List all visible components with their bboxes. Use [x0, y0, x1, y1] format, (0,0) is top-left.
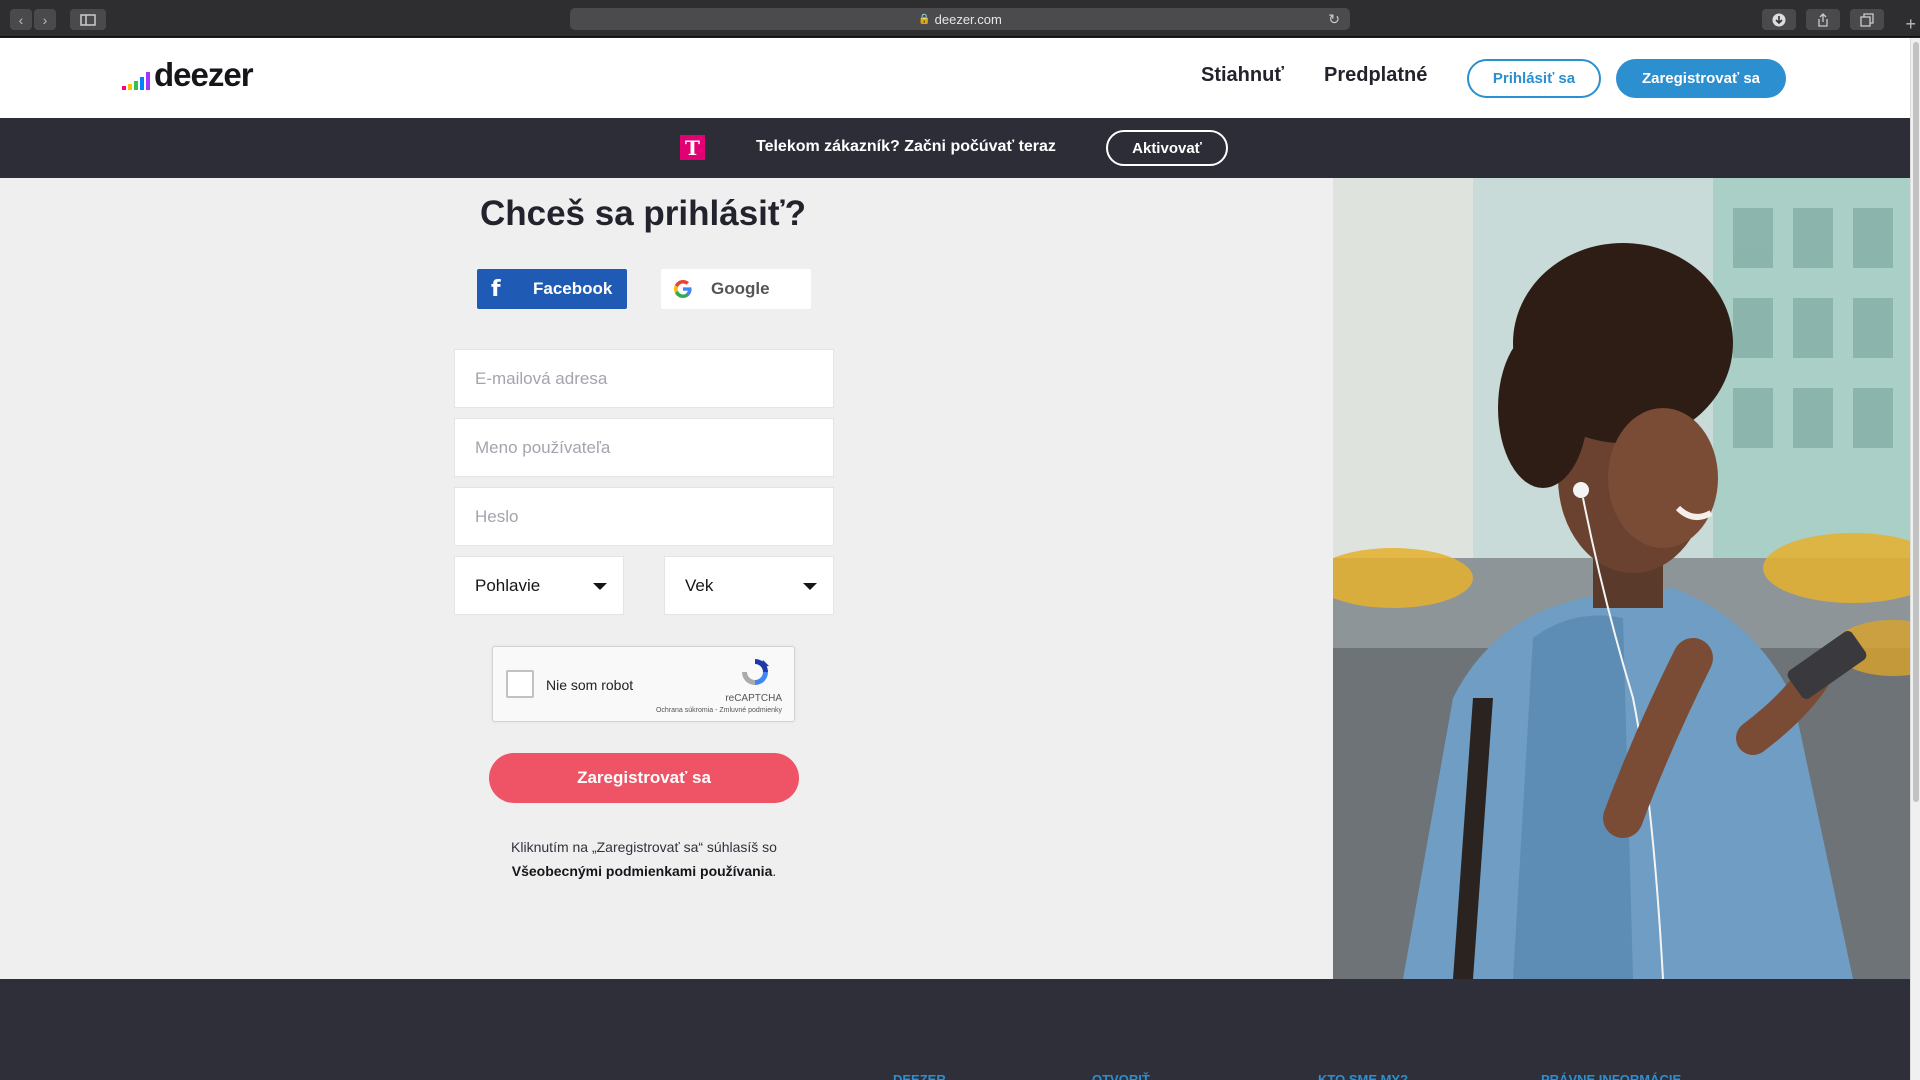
- email-field[interactable]: E-mailová adresa: [454, 349, 834, 408]
- chevron-right-icon: ›: [42, 11, 48, 28]
- equalizer-icon: [122, 66, 150, 90]
- age-select[interactable]: Vek: [664, 556, 834, 615]
- google-label: Google: [711, 279, 770, 298]
- logo-wordmark: deezer: [154, 56, 254, 93]
- share-icon: [1818, 12, 1828, 27]
- sidebar-toggle-button[interactable]: [70, 9, 106, 30]
- terms-notice: Kliknutím na „Zaregistrovať sa“ súhlasíš…: [454, 835, 834, 883]
- header-register-button[interactable]: Zaregistrovať sa: [1616, 59, 1786, 98]
- chevron-left-icon: ‹: [18, 11, 24, 28]
- telekom-logo: T: [680, 135, 705, 160]
- nav-subscription-link[interactable]: Predplatné: [1324, 64, 1427, 87]
- caret-down-icon: [593, 583, 607, 590]
- forward-button[interactable]: ›: [34, 9, 56, 30]
- tabs-overview-icon: [1860, 12, 1874, 27]
- facebook-label: Facebook: [533, 279, 613, 298]
- address-bar[interactable]: 🔒 deezer.com ↻: [570, 8, 1350, 30]
- share-button[interactable]: [1806, 9, 1840, 30]
- woman-listening-music-illustration: [1333, 178, 1910, 979]
- terms-end: .: [772, 863, 777, 879]
- google-icon: [674, 280, 692, 298]
- tabs-button[interactable]: [1850, 9, 1884, 30]
- password-field[interactable]: Heslo: [454, 487, 834, 546]
- footer-heading: DEEZER: [893, 1072, 946, 1080]
- terms-link[interactable]: Všeobecnými podmienkami používania: [512, 863, 773, 879]
- caret-down-icon: [803, 583, 817, 590]
- new-tab-icon[interactable]: +: [1905, 14, 1916, 35]
- recaptcha-brand: reCAPTCHA: [725, 693, 782, 704]
- username-field[interactable]: Meno používateľa: [454, 418, 834, 477]
- hero-image: [1333, 178, 1910, 979]
- footer-heading: PRÁVNE INFORMÁCIE: [1541, 1072, 1682, 1080]
- telekom-banner: T Telekom zákazník? Začni počúvať teraz …: [0, 118, 1910, 178]
- nav-download-link[interactable]: Stiahnuť: [1201, 64, 1284, 87]
- recaptcha-label: Nie som robot: [546, 677, 634, 693]
- browser-toolbar: ‹ › 🔒 deezer.com ↻ +: [0, 0, 1920, 37]
- download-icon: [1772, 13, 1786, 26]
- reload-icon[interactable]: ↻: [1328, 11, 1340, 28]
- activate-button[interactable]: Aktivovať: [1106, 130, 1228, 166]
- facebook-icon: f: [491, 276, 501, 302]
- recaptcha-checkbox[interactable]: [506, 670, 534, 698]
- back-button[interactable]: ‹: [10, 9, 32, 30]
- login-button[interactable]: Prihlásiť sa: [1467, 59, 1601, 98]
- scrollbar-thumb[interactable]: [1913, 42, 1919, 802]
- downloads-button[interactable]: [1762, 9, 1796, 30]
- banner-text: Telekom zákazník? Začni počúvať teraz: [756, 138, 1056, 155]
- google-button[interactable]: Google: [661, 269, 811, 309]
- gender-select[interactable]: Pohlavie: [454, 556, 624, 615]
- footer-heading: KTO SME MY?: [1318, 1072, 1409, 1080]
- lock-icon: 🔒: [918, 13, 931, 25]
- deezer-logo[interactable]: deezer: [122, 56, 254, 93]
- page-scrollbar[interactable]: [1910, 38, 1920, 1080]
- footer: DEEZER OTVORIŤ KTO SME MY? PRÁVNE INFORM…: [0, 979, 1910, 1080]
- recaptcha-terms[interactable]: Ochrana súkromia - Zmluvné podmienky: [656, 707, 782, 714]
- page-title: Chceš sa prihlásiť?: [479, 194, 807, 233]
- footer-heading: OTVORIŤ: [1092, 1072, 1150, 1080]
- site-header: deezer Stiahnuť Predplatné Prihlásiť sa …: [0, 38, 1910, 118]
- facebook-button[interactable]: f Facebook: [477, 269, 627, 309]
- recaptcha-icon: [742, 659, 769, 685]
- recaptcha-widget: Nie som robot reCAPTCHA Ochrana súkromia…: [492, 646, 795, 722]
- terms-text: Kliknutím na „Zaregistrovať sa“ súhlasíš…: [511, 839, 777, 855]
- sidebar-icon: [80, 13, 96, 26]
- register-submit-button[interactable]: Zaregistrovať sa: [489, 753, 799, 803]
- age-select-label: Vek: [685, 575, 714, 595]
- gender-select-label: Pohlavie: [475, 575, 541, 595]
- url-text: deezer.com: [934, 11, 1002, 27]
